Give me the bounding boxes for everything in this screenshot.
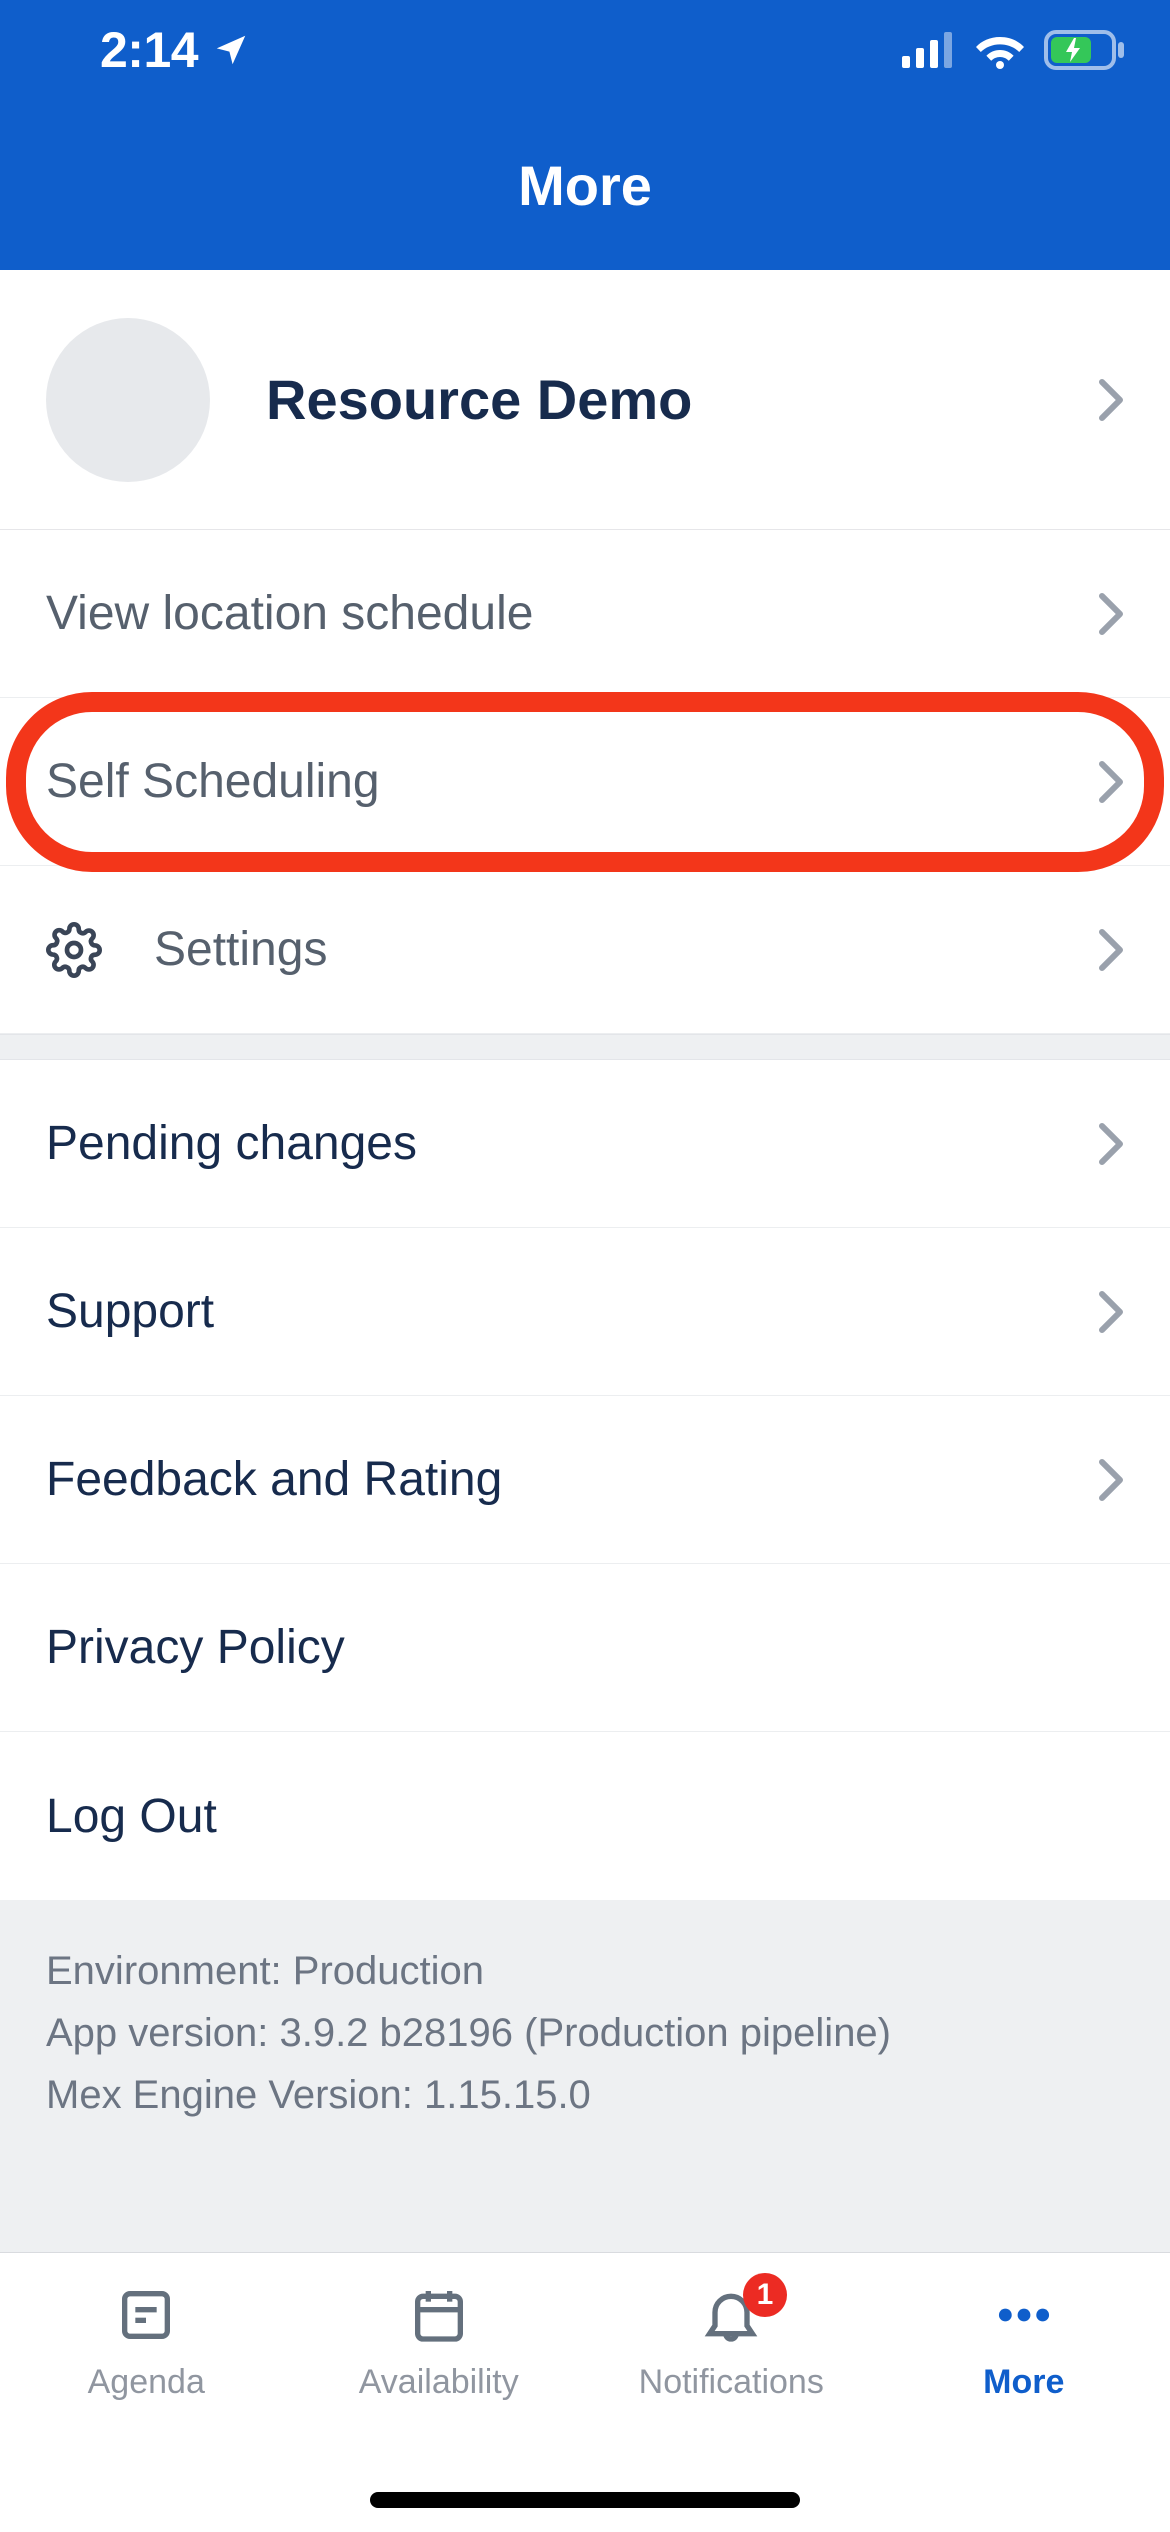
tab-label: More <box>983 2363 1064 2402</box>
chevron-right-icon <box>1098 1458 1124 1502</box>
self-scheduling-row[interactable]: Self Scheduling <box>0 698 1170 866</box>
tab-label: Availability <box>359 2363 519 2402</box>
chevron-right-icon <box>1098 1290 1124 1334</box>
chevron-right-icon <box>1098 378 1124 422</box>
chevron-right-icon <box>1098 1122 1124 1166</box>
tab-more[interactable]: More <box>878 2253 1170 2532</box>
row-label: View location schedule <box>46 586 1098 641</box>
page-title: More <box>518 153 652 218</box>
chevron-right-icon <box>1098 928 1124 972</box>
feedback-row[interactable]: Feedback and Rating <box>0 1396 1170 1564</box>
gear-icon <box>46 922 102 978</box>
view-location-schedule-row[interactable]: View location schedule <box>0 530 1170 698</box>
logout-row[interactable]: Log Out <box>0 1732 1170 1900</box>
tab-label: Agenda <box>88 2363 205 2402</box>
mex-version-text: Mex Engine Version: 1.15.15.0 <box>46 2064 1124 2126</box>
settings-row[interactable]: Settings <box>0 866 1170 1034</box>
status-time: 2:14 <box>100 21 198 79</box>
row-label: Pending changes <box>46 1116 1098 1171</box>
avatar <box>46 318 210 482</box>
chevron-right-icon <box>1098 592 1124 636</box>
agenda-icon <box>114 2283 178 2347</box>
tab-label: Notifications <box>639 2363 824 2402</box>
row-label: Self Scheduling <box>46 754 1098 809</box>
tab-agenda[interactable]: Agenda <box>0 2253 293 2532</box>
tab-availability[interactable]: Availability <box>293 2253 586 2532</box>
row-label: Privacy Policy <box>46 1620 1124 1675</box>
support-row[interactable]: Support <box>0 1228 1170 1396</box>
profile-name: Resource Demo <box>266 367 1098 432</box>
wifi-icon <box>974 31 1026 69</box>
section-divider <box>0 1034 1170 1060</box>
calendar-icon <box>407 2283 471 2347</box>
more-dots-icon <box>992 2283 1056 2347</box>
privacy-policy-row[interactable]: Privacy Policy <box>0 1564 1170 1732</box>
app-version-text: App version: 3.9.2 b28196 (Production pi… <box>46 2002 1124 2064</box>
row-label: Support <box>46 1284 1098 1339</box>
tab-notifications[interactable]: Notifications 1 <box>585 2253 878 2532</box>
location-arrow-icon <box>212 31 250 69</box>
page-header: More <box>0 100 1170 270</box>
environment-text: Environment: Production <box>46 1940 1124 2002</box>
pending-changes-row[interactable]: Pending changes <box>0 1060 1170 1228</box>
home-indicator <box>370 2492 800 2508</box>
row-label: Feedback and Rating <box>46 1452 1098 1507</box>
profile-row[interactable]: Resource Demo <box>0 270 1170 530</box>
chevron-right-icon <box>1098 760 1124 804</box>
notification-badge: 1 <box>743 2273 787 2317</box>
row-label: Settings <box>154 922 1098 977</box>
cellular-signal-icon <box>902 32 956 68</box>
tab-bar: Agenda Availability Notifications <box>0 2252 1170 2532</box>
row-label: Log Out <box>46 1789 1124 1844</box>
battery-charging-icon <box>1044 30 1126 70</box>
status-bar: 2:14 <box>0 0 1170 100</box>
